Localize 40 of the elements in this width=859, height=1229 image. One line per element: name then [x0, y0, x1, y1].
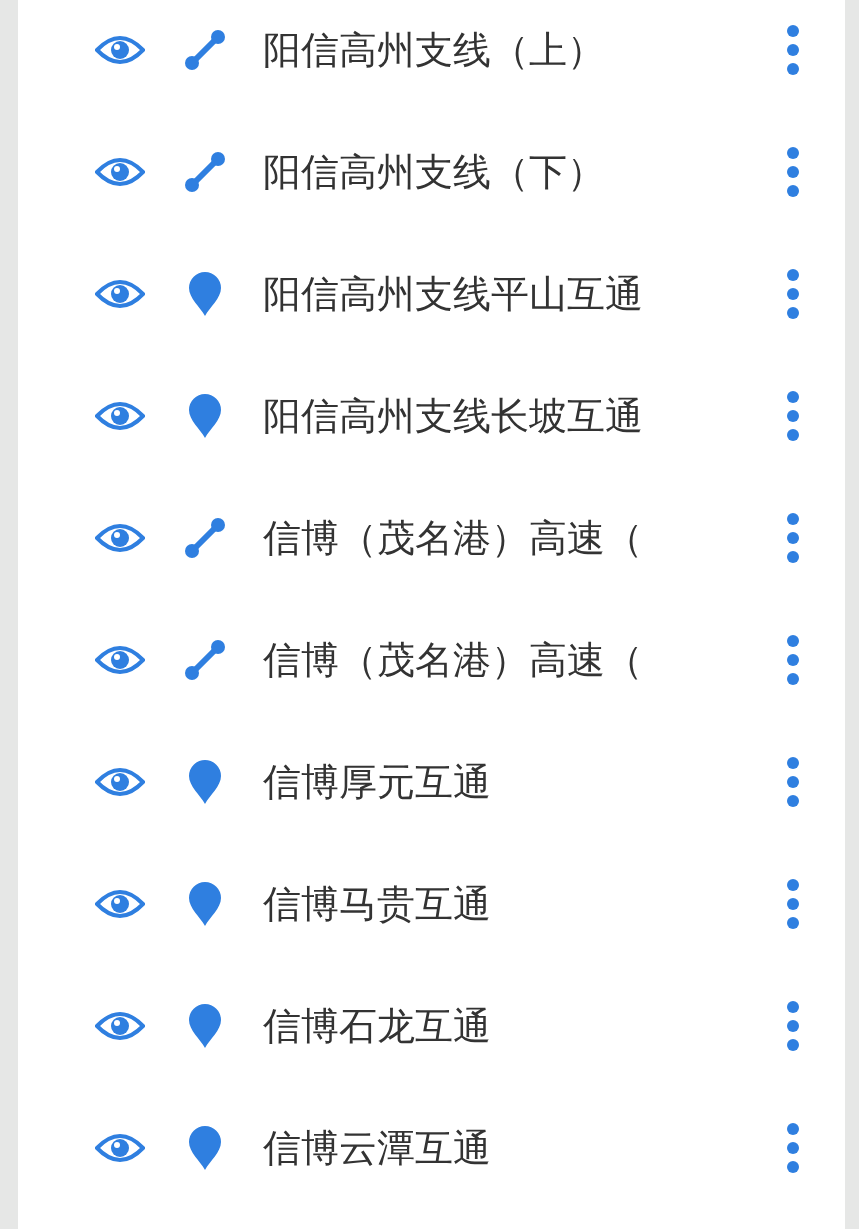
layer-name[interactable]: 阳信高州支线（上）	[263, 24, 776, 76]
eye-icon[interactable]	[95, 278, 145, 310]
map-pin-icon	[188, 881, 222, 927]
more-menu-icon[interactable]	[786, 24, 800, 76]
more-menu-icon[interactable]	[786, 268, 800, 320]
more-menu-icon[interactable]	[786, 756, 800, 808]
eye-icon[interactable]	[95, 1010, 145, 1042]
layer-name[interactable]: 信博石龙互通	[263, 1000, 776, 1052]
more-menu-icon[interactable]	[786, 634, 800, 686]
map-pin-icon	[188, 271, 222, 317]
eye-icon[interactable]	[95, 522, 145, 554]
more-menu-icon[interactable]	[786, 146, 800, 198]
eye-icon[interactable]	[95, 156, 145, 188]
layer-name[interactable]: 阳信高州支线平山互通	[263, 268, 776, 320]
route-icon	[183, 150, 227, 194]
route-icon	[183, 638, 227, 682]
layer-name[interactable]: 信博（茂名港）高速（	[263, 634, 776, 686]
eye-icon[interactable]	[95, 888, 145, 920]
eye-icon[interactable]	[95, 34, 145, 66]
more-menu-icon[interactable]	[786, 390, 800, 442]
map-pin-icon	[188, 393, 222, 439]
eye-icon[interactable]	[95, 1132, 145, 1164]
more-menu-icon[interactable]	[786, 512, 800, 564]
route-icon	[183, 516, 227, 560]
layer-name[interactable]: 信博厚元互通	[263, 756, 776, 808]
more-menu-icon[interactable]	[786, 1122, 800, 1174]
layer-name[interactable]: 信博云潭互通	[263, 1122, 776, 1174]
map-pin-icon	[188, 1003, 222, 1049]
eye-icon[interactable]	[95, 766, 145, 798]
layer-name[interactable]: 信博（茂名港）高速（	[263, 512, 776, 564]
route-icon	[183, 28, 227, 72]
map-pin-icon	[188, 1125, 222, 1171]
layer-name[interactable]: 阳信高州支线长坡互通	[263, 390, 776, 442]
more-menu-icon[interactable]	[786, 1000, 800, 1052]
layer-name[interactable]: 阳信高州支线（下）	[263, 146, 776, 198]
eye-icon[interactable]	[95, 644, 145, 676]
map-pin-icon	[188, 759, 222, 805]
eye-icon[interactable]	[95, 400, 145, 432]
layer-name[interactable]: 信博马贵互通	[263, 878, 776, 930]
more-menu-icon[interactable]	[786, 878, 800, 930]
